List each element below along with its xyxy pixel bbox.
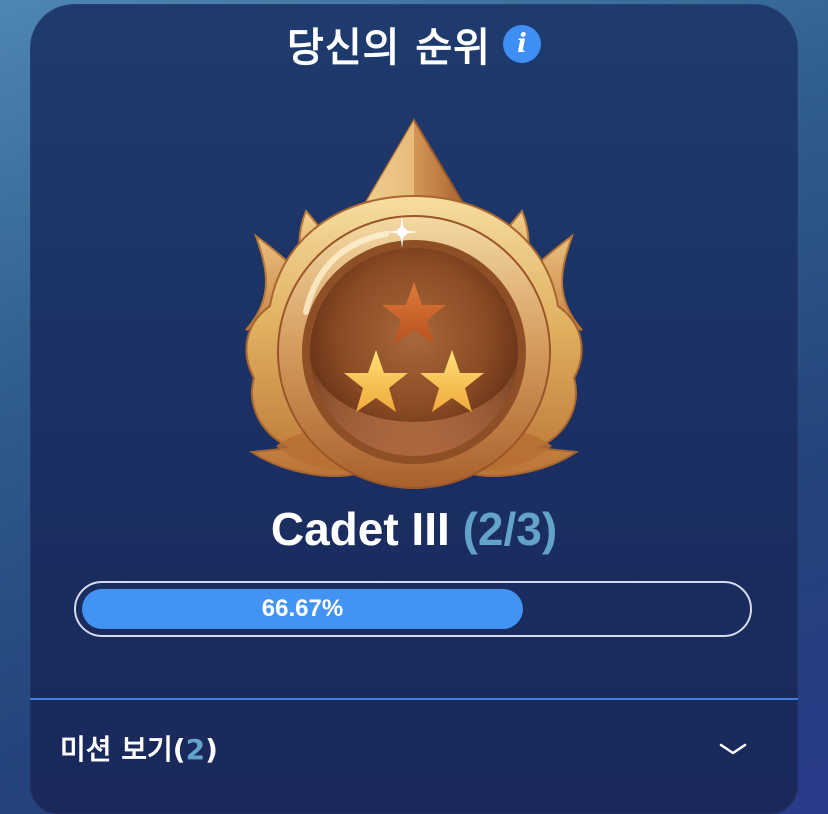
bronze-medal-icon xyxy=(245,118,583,490)
page-title: 당신의 순위 xyxy=(287,25,491,71)
missions-suffix: ) xyxy=(205,733,218,766)
rank-name: Cadet III xyxy=(270,503,450,555)
rank-title: Cadet III (2/3) xyxy=(30,498,798,560)
rank-progress-bar: 66.67% xyxy=(74,581,752,637)
rank-stars-count: (2/3) xyxy=(462,503,558,555)
missions-prefix: 미션 보기( xyxy=(60,733,186,766)
rank-card: 당신의 순위 i Cadet III (2/3) 66.67% 미션 보기(2) xyxy=(30,4,798,814)
view-missions-toggle[interactable]: 미션 보기(2) xyxy=(30,700,798,800)
info-icon[interactable]: i xyxy=(502,25,541,63)
chevron-down-icon[interactable] xyxy=(718,740,748,758)
missions-count: 2 xyxy=(185,733,206,766)
header: 당신의 순위 i xyxy=(30,14,798,74)
missions-label: 미션 보기(2) xyxy=(60,728,218,768)
progress-percent: 66.67% xyxy=(261,595,344,622)
